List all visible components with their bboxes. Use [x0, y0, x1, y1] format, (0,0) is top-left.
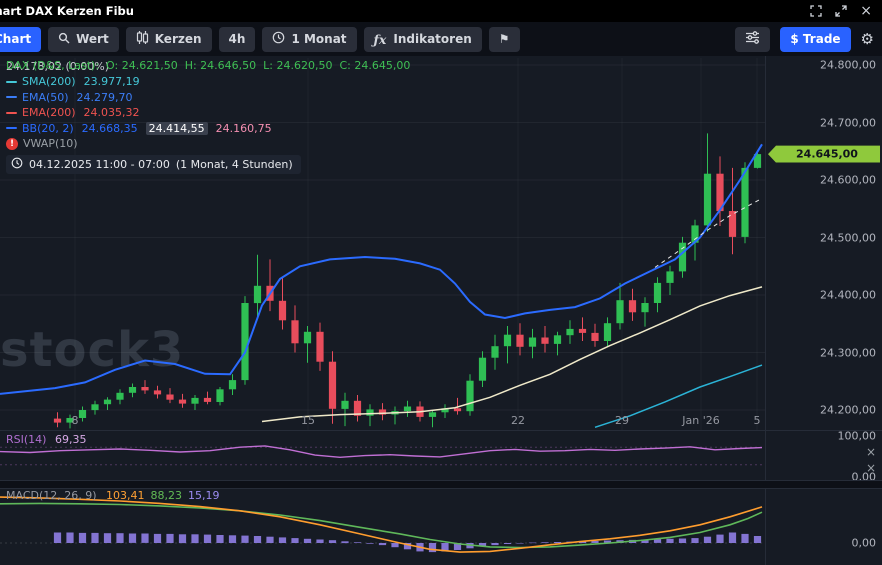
time-axis-label: 5 — [754, 414, 761, 427]
interval-button[interactable]: 4h — [219, 27, 256, 52]
legend-indicator-row[interactable]: SMA(200) 23.977,19 — [6, 74, 301, 90]
tune-icon — [745, 31, 760, 47]
crosshair-time-chip: 04.12.2025 11:00 - 07:00 (1 Monat, 4 Stu… — [6, 155, 301, 174]
fullscreen-icon[interactable] — [810, 5, 822, 17]
time-axis-label: Jan '26 — [682, 414, 719, 427]
ohlc-readout: DAX (D&S, Last): O: 24.621,50 H: 24.646,… — [6, 59, 410, 72]
candle-style-button[interactable]: Kerzen — [126, 27, 212, 52]
clock-icon — [272, 31, 285, 47]
clock-icon — [11, 157, 23, 172]
crosshair-timeframe: (1 Monat, 4 Stunden) — [176, 158, 293, 171]
bb-upper-line — [0, 144, 762, 394]
indicator-legend-list: SMA(200) 23.977,19 EMA(50) 24.279,70EMA(200… — [6, 74, 301, 152]
expand-icon[interactable] — [835, 5, 847, 17]
crosshair-datetime: 04.12.2025 11:00 - 07:00 — [29, 158, 170, 171]
settings-gear-icon[interactable]: ⚙ — [861, 30, 874, 48]
candlestick-series — [54, 133, 761, 428]
indicator-value: 24.414,55 — [146, 122, 208, 135]
symbol-readout-row: 24.178,02 (0.00%) DAX (D&S, Last): O: 24… — [6, 59, 301, 74]
last-price-tag: 24.645,00 — [768, 146, 880, 163]
close-indicator-icon[interactable]: × — [866, 462, 876, 474]
indicator-value: 24.160,75 — [216, 122, 272, 135]
time-axis-label: 29 — [615, 414, 629, 427]
toolbar-right-group: $ Trade ⚙ — [735, 27, 882, 52]
indicator-line-swatch — [6, 96, 17, 98]
indicator-value: 24.279,70 — [77, 91, 133, 104]
indicator-name: SMA(200) — [22, 75, 76, 88]
indicator-line-swatch — [6, 112, 17, 114]
price-axis-label: 24.500,00 — [820, 231, 876, 244]
macd-name: MACD(12, 26, 9) — [6, 489, 97, 502]
indicator-value: 23.977,19 — [84, 75, 140, 88]
indicator-line-swatch — [6, 81, 17, 83]
indicators-button[interactable]: ƒx Indikatoren — [364, 27, 482, 52]
candlestick-icon — [136, 30, 149, 48]
tune-button[interactable] — [735, 27, 770, 52]
chart-type-button[interactable]: Chart — [0, 27, 41, 52]
macd-value: 103,41 — [106, 489, 145, 502]
macd-axis-zero: 0,00 — [852, 537, 877, 550]
trading-chart-app: Chart DAX Kerzen Fibu × Chart Wert Kerze… — [0, 0, 882, 565]
time-axis-label: 15 — [301, 414, 315, 427]
rsi-axis-max: 100,00 — [838, 430, 877, 443]
legend-indicator-row[interactable]: ! VWAP(10) — [6, 136, 301, 152]
rsi-name: RSI(14) — [6, 433, 46, 446]
trade-button[interactable]: $ Trade — [780, 27, 850, 52]
range-button[interactable]: 1 Monat — [262, 27, 356, 52]
price-axis-label: 24.600,00 — [820, 174, 876, 187]
legend-indicator-row[interactable]: EMA(200) 24.035,32 — [6, 105, 301, 121]
time-axis-label: 8 — [72, 414, 79, 427]
window-titlebar: Chart DAX Kerzen Fibu × — [0, 0, 882, 22]
indicator-value: 24.668,35 — [82, 122, 138, 135]
macd-values: 103,41 88,23 15,19 — [100, 489, 220, 502]
symbol-search-label: Wert — [76, 32, 109, 46]
indicator-name: EMA(50) — [22, 91, 69, 104]
indicators-label: Indikatoren — [393, 32, 471, 46]
fx-icon: ƒx — [374, 32, 387, 47]
chart-toolbar: Chart Wert Kerzen 4h 1 Monat ƒx Indikato… — [0, 22, 882, 56]
indicator-name: EMA(200) — [22, 106, 76, 119]
rsi-legend[interactable]: RSI(14) 69,35 — [6, 433, 86, 446]
macd-value: 88,23 — [151, 489, 183, 502]
macd-value: 15,19 — [188, 489, 220, 502]
bookmark-button[interactable]: ⚑ — [489, 27, 520, 52]
bb-middle-line — [262, 287, 762, 422]
titlebar-icons: × — [810, 4, 882, 18]
time-axis-label: 22 — [511, 414, 525, 427]
indicator-line-swatch — [6, 127, 17, 129]
price-axis-label: 24.400,00 — [820, 289, 876, 302]
price-axis-label: 24.300,00 — [820, 346, 876, 359]
chart-title: Chart DAX Kerzen Fibu — [0, 4, 134, 18]
macd-legend[interactable]: MACD(12, 26, 9) 103,41 88,23 15,19 — [6, 489, 220, 502]
flag-icon: ⚑ — [499, 32, 510, 46]
price-axis-label: 24.200,00 — [820, 404, 876, 417]
indicator-name: BB(20, 2) — [22, 122, 74, 135]
search-icon — [58, 32, 70, 47]
candle-style-label: Kerzen — [155, 32, 202, 46]
close-rsi-pane-icon[interactable]: × — [866, 446, 876, 458]
legend-indicator-row[interactable]: BB(20, 2) 24.668,35 24.414,55 24.160,75 — [6, 121, 301, 137]
price-axis-label: 24.800,00 — [820, 59, 876, 72]
range-label: 1 Monat — [291, 32, 346, 46]
legend-indicator-row[interactable]: EMA(50) 24.279,70 — [6, 90, 301, 106]
indicator-name: VWAP(10) — [23, 137, 78, 150]
indicator-value: 24.035,32 — [84, 106, 140, 119]
close-icon[interactable]: × — [860, 4, 872, 18]
pane-separator[interactable] — [0, 480, 882, 489]
last-price-value: 24.645,00 — [796, 148, 858, 161]
symbol-search-button[interactable]: Wert — [48, 27, 119, 52]
warning-icon: ! — [6, 138, 18, 150]
pane-separator[interactable] — [0, 430, 882, 431]
chart-legend: 24.178,02 (0.00%) DAX (D&S, Last): O: 24… — [6, 59, 301, 174]
rsi-value: 69,35 — [55, 433, 87, 446]
price-axis-label: 24.700,00 — [820, 116, 876, 129]
time-axis: 8 15 22 29 Jan '26 5 — [0, 414, 765, 430]
